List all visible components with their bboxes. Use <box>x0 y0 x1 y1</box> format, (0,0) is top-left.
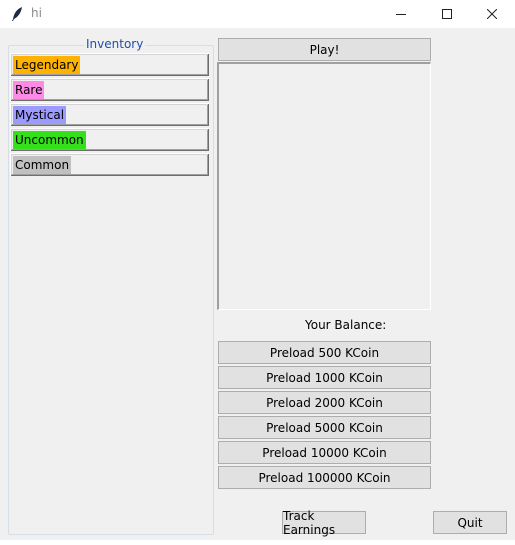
inventory-item-uncommon[interactable]: Uncommon <box>10 128 209 151</box>
inventory-badge: Common <box>13 156 72 174</box>
track-earnings-button[interactable]: Track Earnings <box>282 509 366 537</box>
inventory-item-rare[interactable]: Rare <box>10 78 209 101</box>
maximize-button[interactable] <box>424 0 470 28</box>
close-button[interactable] <box>469 0 515 28</box>
preload-100000-button[interactable]: Preload 100000 KCoin <box>218 466 431 489</box>
balance-label: Your Balance: <box>305 318 387 332</box>
feather-icon <box>12 7 22 21</box>
preload-1000-button[interactable]: Preload 1000 KCoin <box>218 366 431 389</box>
preload-5000-button[interactable]: Preload 5000 KCoin <box>218 416 431 439</box>
preload-2000-button[interactable]: Preload 2000 KCoin <box>218 391 431 414</box>
close-icon <box>487 9 497 19</box>
window-title: hi <box>31 6 42 20</box>
play-canvas <box>217 62 431 310</box>
title-bar: hi <box>0 0 515 28</box>
bottom-strip <box>0 540 515 545</box>
inventory-badge: Mystical <box>13 106 67 124</box>
preload-10000-button[interactable]: Preload 10000 KCoin <box>218 441 431 464</box>
play-button[interactable]: Play! <box>218 38 431 61</box>
minimize-icon <box>396 14 406 15</box>
preload-500-button[interactable]: Preload 500 KCoin <box>218 341 431 364</box>
inventory-item-legendary[interactable]: Legendary <box>10 53 209 76</box>
inventory-badge: Uncommon <box>13 131 86 149</box>
inventory-item-common[interactable]: Common <box>10 153 209 176</box>
inventory-badge: Legendary <box>13 56 81 74</box>
maximize-icon <box>442 9 452 19</box>
inventory-badge: Rare <box>13 81 45 99</box>
inventory-item-mystical[interactable]: Mystical <box>10 103 209 126</box>
quit-button[interactable]: Quit <box>433 511 507 534</box>
inventory-label: Inventory <box>84 37 146 51</box>
minimize-button[interactable] <box>378 0 424 28</box>
